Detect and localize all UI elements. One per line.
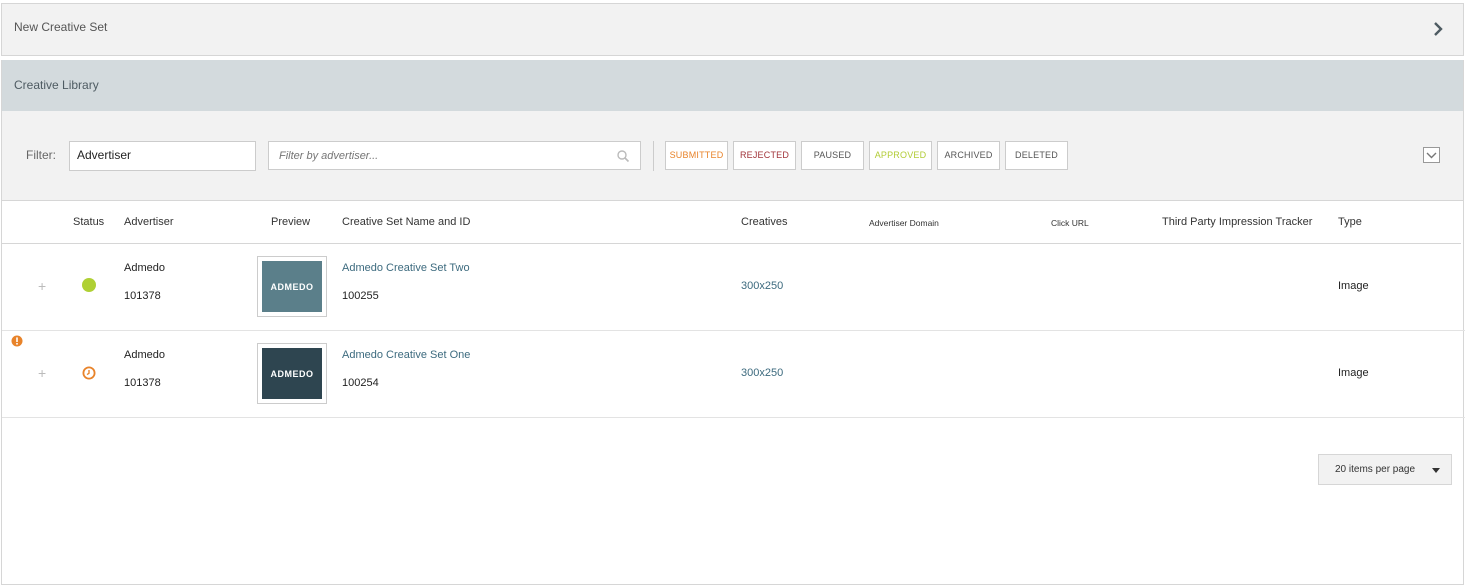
chip-paused[interactable]: PAUSED	[801, 141, 864, 170]
items-per-page-select[interactable]: 20 items per page	[1318, 454, 1452, 485]
advertiser-id: 101378	[124, 377, 161, 389]
chip-submitted[interactable]: SUBMITTED	[665, 141, 728, 170]
expand-row-icon[interactable]: +	[38, 278, 46, 294]
advertiser-name: Admedo	[124, 262, 165, 274]
table-header: Status Advertiser Preview Creative Set N…	[2, 201, 1461, 244]
table-row[interactable]: + Admedo 101378 ADMEDO Admedo Creative S…	[2, 331, 1465, 418]
creatives-link[interactable]: 300x250	[741, 367, 783, 379]
chip-deleted[interactable]: DELETED	[1005, 141, 1068, 170]
new-creative-set-title: New Creative Set	[14, 20, 108, 34]
col-tracker[interactable]: Third Party Impression Tracker	[1162, 216, 1312, 228]
preview-thumbnail: ADMEDO	[262, 261, 322, 312]
creative-set-id: 100255	[342, 290, 379, 302]
collapse-filter-button[interactable]	[1423, 147, 1440, 163]
creative-type: Image	[1338, 367, 1369, 379]
col-creatives[interactable]: Creatives	[741, 216, 787, 228]
creative-set-id: 100254	[342, 377, 379, 389]
creative-library-title: Creative Library	[14, 78, 99, 92]
advertiser-search-input[interactable]	[268, 141, 641, 170]
creative-library-header[interactable]: Creative Library	[2, 60, 1463, 111]
status-pending-clock-icon	[82, 366, 96, 380]
caret-down-icon	[1432, 468, 1440, 473]
creative-set-link[interactable]: Admedo Creative Set One	[342, 349, 470, 361]
col-click-url[interactable]: Click URL	[1051, 218, 1089, 228]
status-approved-icon	[82, 278, 96, 292]
filter-divider	[653, 141, 654, 171]
advertiser-name: Admedo	[124, 349, 165, 361]
items-per-page-label: 20 items per page	[1335, 464, 1416, 475]
chevron-right-icon[interactable]	[1431, 20, 1445, 38]
col-set-name[interactable]: Creative Set Name and ID	[342, 216, 470, 228]
creative-library-panel: Creative Library Filter: Advertiser SUBM…	[1, 60, 1465, 585]
col-advertiser-domain[interactable]: Advertiser Domain	[869, 218, 939, 228]
col-status[interactable]: Status	[73, 216, 104, 228]
filter-bar: Filter: Advertiser SUBMITTED REJECTED PA…	[2, 111, 1463, 201]
warning-icon[interactable]	[11, 335, 23, 347]
filter-label: Filter:	[26, 148, 56, 162]
advertiser-id: 101378	[124, 290, 161, 302]
col-preview: Preview	[271, 216, 311, 228]
creative-preview[interactable]: ADMEDO	[257, 343, 327, 404]
creative-preview[interactable]: ADMEDO	[257, 256, 327, 317]
creatives-link[interactable]: 300x250	[741, 280, 783, 292]
filter-field-select[interactable]: Advertiser	[69, 141, 256, 171]
expand-row-icon[interactable]: +	[38, 365, 46, 381]
search-icon	[617, 150, 630, 163]
col-advertiser[interactable]: Advertiser	[124, 216, 174, 228]
creative-type: Image	[1338, 280, 1369, 292]
chip-approved[interactable]: APPROVED	[869, 141, 932, 170]
new-creative-set-panel[interactable]: New Creative Set	[1, 3, 1464, 56]
table-row[interactable]: + Admedo 101378 ADMEDO Admedo Creative S…	[2, 244, 1465, 331]
creative-set-link[interactable]: Admedo Creative Set Two	[342, 262, 470, 274]
col-type[interactable]: Type	[1338, 216, 1362, 228]
preview-thumbnail: ADMEDO	[262, 348, 322, 399]
chip-rejected[interactable]: REJECTED	[733, 141, 796, 170]
chip-archived[interactable]: ARCHIVED	[937, 141, 1000, 170]
chevron-down-icon	[1426, 152, 1437, 159]
